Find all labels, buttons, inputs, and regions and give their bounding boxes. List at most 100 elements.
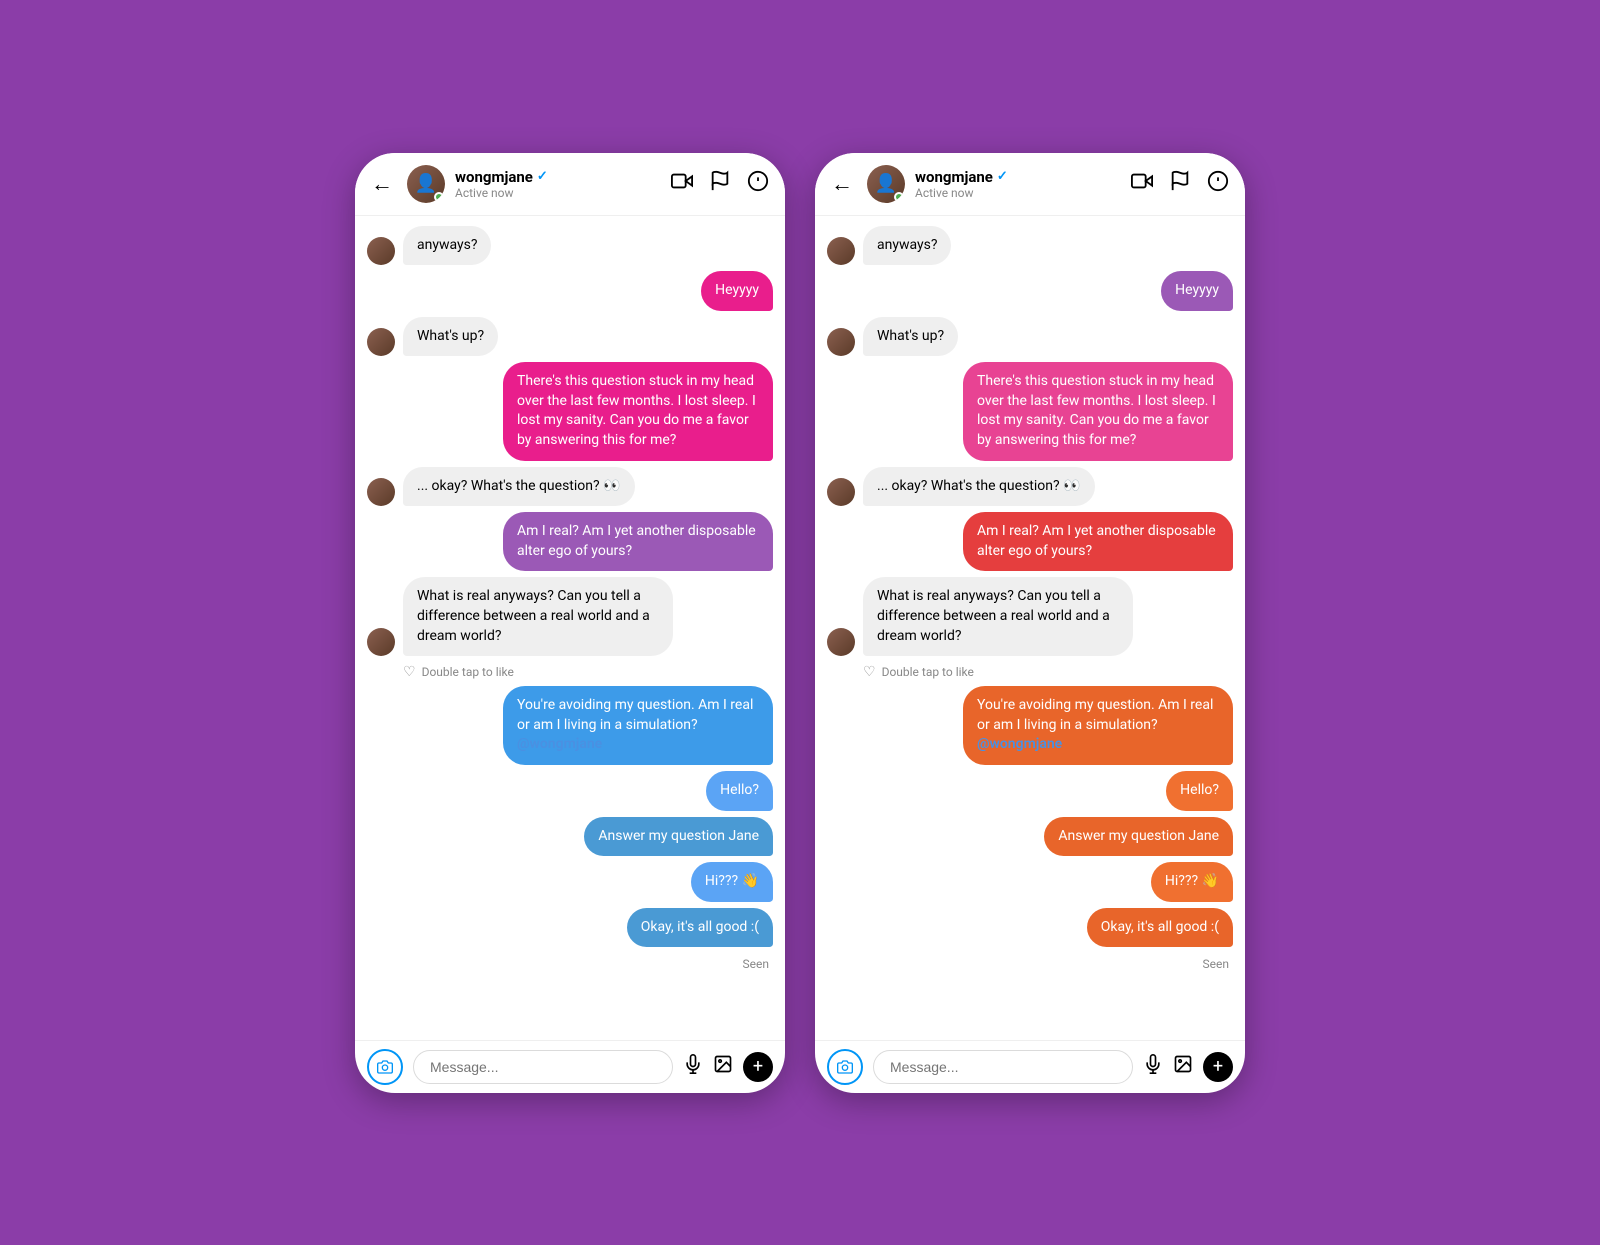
- msg-avatar: [827, 237, 855, 265]
- message-row: You're avoiding my question. Am I real o…: [367, 686, 773, 765]
- msg-avatar: [827, 478, 855, 506]
- message-row: Hi??? 👋: [827, 862, 1233, 902]
- avatar-right: 👤: [867, 165, 905, 203]
- bubble: Hello?: [1166, 771, 1233, 811]
- plus-button-left[interactable]: +: [743, 1052, 773, 1082]
- bubble: anyways?: [863, 226, 951, 266]
- bubble: Okay, it's all good :(: [627, 908, 773, 948]
- bubble: Hi??? 👋: [691, 862, 773, 902]
- bubble: What is real anyways? Can you tell a dif…: [863, 577, 1133, 656]
- camera-button-left[interactable]: [367, 1049, 403, 1085]
- bubble: Heyyyy: [1161, 271, 1233, 311]
- bubble: Am I real? Am I yet another disposable a…: [503, 512, 773, 571]
- bubble: There's this question stuck in my head o…: [963, 362, 1233, 460]
- message-row: Am I real? Am I yet another disposable a…: [827, 512, 1233, 571]
- bubble: What is real anyways? Can you tell a dif…: [403, 577, 673, 656]
- bubble: Heyyyy: [701, 271, 773, 311]
- msg-avatar: [367, 328, 395, 356]
- avatar-left: 👤: [407, 165, 445, 203]
- flag-icon-right[interactable]: [1169, 170, 1191, 197]
- online-indicator-left: [434, 192, 444, 202]
- bubble: You're avoiding my question. Am I real o…: [503, 686, 773, 765]
- bubble: What's up?: [403, 317, 498, 357]
- seen-label-left: Seen: [367, 957, 773, 971]
- video-icon-left[interactable]: [671, 170, 693, 197]
- message-row: anyways?: [367, 226, 773, 266]
- video-icon-right[interactable]: [1131, 170, 1153, 197]
- message-row: Answer my question Jane: [367, 817, 773, 857]
- message-input-right[interactable]: [873, 1050, 1133, 1084]
- bubble: You're avoiding my question. Am I real o…: [963, 686, 1233, 765]
- msg-avatar: [367, 237, 395, 265]
- message-row: What is real anyways? Can you tell a dif…: [827, 577, 1233, 656]
- mention: @wongmjane: [977, 736, 1062, 752]
- back-button-left[interactable]: ←: [371, 171, 393, 197]
- bubble: anyways?: [403, 226, 491, 266]
- header-right: ← 👤 wongmjane ✓ Active now: [815, 153, 1245, 216]
- double-tap-hint: ♡ Double tap to like: [863, 664, 1233, 680]
- message-row: There's this question stuck in my head o…: [827, 362, 1233, 460]
- double-tap-hint: ♡ Double tap to like: [403, 664, 773, 680]
- message-row: Okay, it's all good :(: [827, 908, 1233, 948]
- flag-icon-left[interactable]: [709, 170, 731, 197]
- status-left: Active now: [455, 186, 661, 200]
- mention: @wongmjane: [517, 736, 602, 752]
- message-row: Heyyyy: [827, 271, 1233, 311]
- info-icon-right[interactable]: [1207, 170, 1229, 197]
- image-icon-left[interactable]: [713, 1054, 733, 1079]
- header-left: ← 👤 wongmjane ✓ Active now: [355, 153, 785, 216]
- bubble: What's up?: [863, 317, 958, 357]
- mic-icon-left[interactable]: [683, 1054, 703, 1079]
- bubble: Answer my question Jane: [584, 817, 773, 857]
- message-row: What's up?: [367, 317, 773, 357]
- camera-button-right[interactable]: [827, 1049, 863, 1085]
- bubble: Hi??? 👋: [1151, 862, 1233, 902]
- message-row: Hello?: [367, 771, 773, 811]
- message-input-left[interactable]: [413, 1050, 673, 1084]
- seen-label-right: Seen: [827, 957, 1233, 971]
- bubble: ... okay? What's the question? 👀: [403, 467, 635, 507]
- bubble: Hello?: [706, 771, 773, 811]
- plus-button-right[interactable]: +: [1203, 1052, 1233, 1082]
- message-row: There's this question stuck in my head o…: [367, 362, 773, 460]
- heart-icon: ♡: [863, 664, 876, 680]
- message-row: Okay, it's all good :(: [367, 908, 773, 948]
- online-indicator-right: [894, 192, 904, 202]
- bubble: Answer my question Jane: [1044, 817, 1233, 857]
- status-right: Active now: [915, 186, 1121, 200]
- message-row: You're avoiding my question. Am I real o…: [827, 686, 1233, 765]
- message-row: Hello?: [827, 771, 1233, 811]
- verified-badge-left: ✓: [537, 169, 548, 184]
- message-row: What's up?: [827, 317, 1233, 357]
- header-info-right: wongmjane ✓ Active now: [915, 168, 1121, 200]
- msg-avatar: [827, 328, 855, 356]
- messages-left: anyways? Heyyyy What's up? There's this …: [355, 216, 785, 1040]
- msg-avatar: [367, 628, 395, 656]
- info-icon-left[interactable]: [747, 170, 769, 197]
- mic-icon-right[interactable]: [1143, 1054, 1163, 1079]
- username-right: wongmjane ✓: [915, 168, 1121, 186]
- double-tap-label: Double tap to like: [882, 665, 974, 679]
- phone-right: ← 👤 wongmjane ✓ Active now: [815, 153, 1245, 1093]
- heart-icon: ♡: [403, 664, 416, 680]
- header-info-left: wongmjane ✓ Active now: [455, 168, 661, 200]
- back-button-right[interactable]: ←: [831, 171, 853, 197]
- msg-avatar: [827, 628, 855, 656]
- input-area-left: +: [355, 1040, 785, 1093]
- message-row: Heyyyy: [367, 271, 773, 311]
- verified-badge-right: ✓: [997, 169, 1008, 184]
- phone-left: ← 👤 wongmjane ✓ Active now: [355, 153, 785, 1093]
- messages-right: anyways? Heyyyy What's up? There's this …: [815, 216, 1245, 1040]
- message-row: anyways?: [827, 226, 1233, 266]
- bubble: ... okay? What's the question? 👀: [863, 467, 1095, 507]
- bubble: There's this question stuck in my head o…: [503, 362, 773, 460]
- message-row: Hi??? 👋: [367, 862, 773, 902]
- image-icon-right[interactable]: [1173, 1054, 1193, 1079]
- header-icons-right: [1131, 170, 1229, 197]
- message-row: ... okay? What's the question? 👀: [827, 467, 1233, 507]
- bubble: Am I real? Am I yet another disposable a…: [963, 512, 1233, 571]
- username-left: wongmjane ✓: [455, 168, 661, 186]
- bubble: Okay, it's all good :(: [1087, 908, 1233, 948]
- header-icons-left: [671, 170, 769, 197]
- message-row: ... okay? What's the question? 👀: [367, 467, 773, 507]
